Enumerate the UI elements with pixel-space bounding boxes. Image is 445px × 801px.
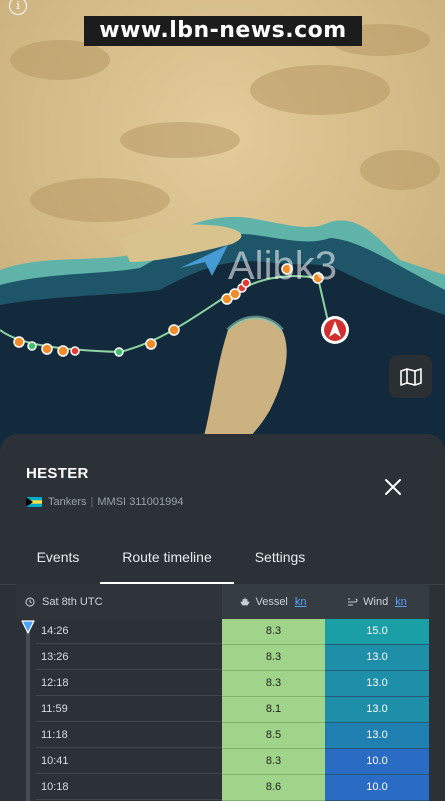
row-vessel-speed: 8.3 <box>222 645 325 671</box>
table-row[interactable]: 11:18 8.5 13.0 <box>16 723 429 749</box>
timeline-rows: 14:26 8.3 15.0 13:26 8.3 13.0 12:18 8.3 13.0 11:5… <box>16 619 429 801</box>
row-vessel-speed: 8.3 <box>222 619 325 645</box>
map-icon <box>399 367 422 386</box>
clock-icon <box>25 596 35 607</box>
date-header: Sat 8th UTC <box>16 584 222 619</box>
row-vessel-speed: 8.3 <box>222 671 325 697</box>
map-logo: Alibk3 <box>228 244 337 288</box>
wind-icon <box>348 597 358 606</box>
row-wind-speed: 10.0 <box>325 749 429 775</box>
mmsi-value: 311001994 <box>129 496 184 508</box>
row-time: 12:18 <box>36 671 222 696</box>
row-time: 10:18 <box>36 775 222 800</box>
vessel-subtitle: Tankers | MMSI 311001994 <box>26 496 183 508</box>
watermark: www.lbn-news.com <box>84 16 362 46</box>
route-timeline-table: Sat 8th UTC Vessel kn Wind kn 14:26 8.3 15… <box>16 584 429 801</box>
row-vessel-speed: 8.1 <box>222 697 325 723</box>
close-icon[interactable] <box>382 476 404 498</box>
row-wind-speed: 15.0 <box>325 619 429 645</box>
vessel-name: HESTER <box>26 465 89 482</box>
vessel-position-icon[interactable] <box>321 316 349 344</box>
row-time: 10:41 <box>36 749 222 774</box>
bahamas-flag-icon <box>26 497 42 507</box>
wind-speed-header: Wind kn <box>325 584 429 619</box>
table-row[interactable]: 11:59 8.1 13.0 <box>16 697 429 723</box>
table-row[interactable]: 13:26 8.3 13.0 <box>16 645 429 671</box>
row-time: 11:59 <box>36 697 222 722</box>
row-wind-speed: 13.0 <box>325 697 429 723</box>
row-vessel-speed: 8.6 <box>222 775 325 801</box>
ship-icon <box>240 597 251 606</box>
tab-settings[interactable]: Settings <box>240 538 320 584</box>
vessel-header-label: Vessel <box>255 595 288 608</box>
row-vessel-speed: 8.5 <box>222 723 325 749</box>
table-row[interactable]: 10:41 8.3 10.0 <box>16 749 429 775</box>
vessel-speed-header: Vessel kn <box>222 584 325 619</box>
table-row[interactable]: 10:18 8.6 10.0 <box>16 775 429 801</box>
date-header-label: Sat 8th UTC <box>42 595 103 608</box>
vessel-type: Tankers <box>48 496 87 508</box>
tab-bar: Events Route timeline Settings <box>0 538 445 584</box>
row-time: 14:26 <box>36 619 222 644</box>
wind-unit-link[interactable]: kn <box>395 596 407 608</box>
vessel-panel: HESTER Tankers | MMSI 311001994 Events R… <box>0 434 445 801</box>
row-time: 13:26 <box>36 645 222 670</box>
row-time: 11:18 <box>36 723 222 748</box>
mmsi-label: MMSI <box>97 496 127 508</box>
row-wind-speed: 13.0 <box>325 671 429 697</box>
vessel-unit-link[interactable]: kn <box>295 596 307 608</box>
table-row[interactable]: 12:18 8.3 13.0 <box>16 671 429 697</box>
map-layers-button[interactable] <box>389 355 432 398</box>
wind-header-label: Wind <box>363 595 389 608</box>
table-row[interactable]: 14:26 8.3 15.0 <box>16 619 429 645</box>
table-header: Sat 8th UTC Vessel kn Wind kn <box>16 584 429 619</box>
row-vessel-speed: 8.3 <box>222 749 325 775</box>
map-view[interactable]: Alibk3 i www.lbn-news.com <box>0 0 445 450</box>
tab-route-timeline[interactable]: Route timeline <box>100 538 234 584</box>
row-wind-speed: 13.0 <box>325 723 429 749</box>
row-wind-speed: 13.0 <box>325 645 429 671</box>
row-wind-speed: 10.0 <box>325 775 429 801</box>
tab-events[interactable]: Events <box>18 538 98 584</box>
